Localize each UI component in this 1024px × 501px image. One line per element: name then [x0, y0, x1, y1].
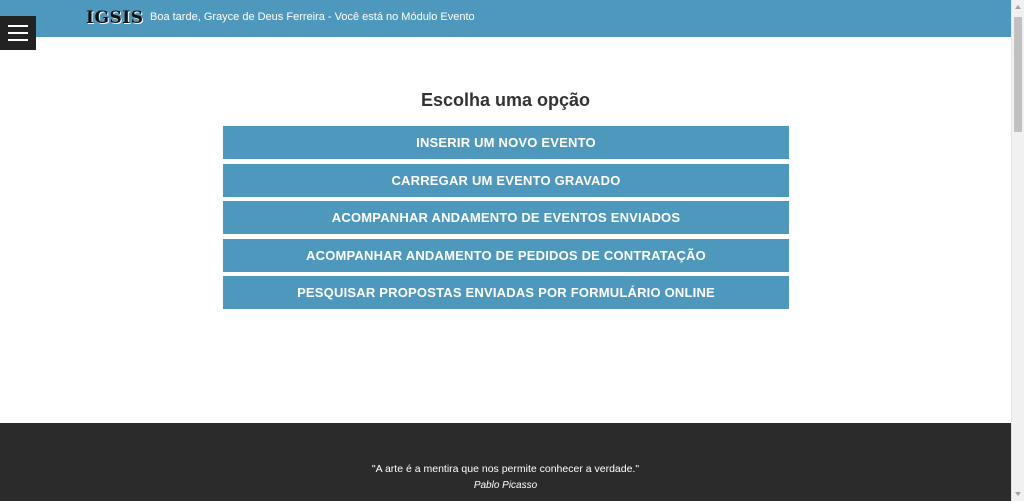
- brand-logo[interactable]: IGSIS: [86, 8, 143, 28]
- options-list: INSERIR UM NOVO EVENTO CARREGAR UM EVENT…: [223, 126, 789, 314]
- footer: "A arte é a mentira que nos permite conh…: [0, 423, 1011, 501]
- track-contract-requests-button[interactable]: ACOMPANHAR ANDAMENTO DE PEDIDOS DE CONTR…: [223, 238, 789, 272]
- scroll-up-arrow-icon[interactable]: [1015, 5, 1021, 9]
- greeting-text: Boa tarde, Grayce de Deus Ferreira - Voc…: [150, 11, 475, 23]
- top-header-bar: IGSIS Boa tarde, Grayce de Deus Ferreira…: [0, 0, 1011, 37]
- track-sent-events-button[interactable]: ACOMPANHAR ANDAMENTO DE EVENTOS ENVIADOS: [223, 201, 789, 234]
- vertical-scrollbar[interactable]: [1011, 0, 1024, 501]
- scrollbar-thumb[interactable]: [1014, 17, 1022, 132]
- search-online-proposals-button[interactable]: PESQUISAR PROPOSTAS ENVIADAS POR FORMULÁ…: [223, 276, 789, 309]
- page-title: Escolha uma opção: [420, 90, 591, 110]
- insert-new-event-button[interactable]: INSERIR UM NOVO EVENTO: [223, 126, 789, 159]
- footer-quote: "A arte é a mentira que nos permite conh…: [371, 463, 640, 475]
- menu-line: [8, 32, 28, 34]
- hamburger-menu-icon[interactable]: [0, 16, 36, 50]
- scroll-down-arrow-icon[interactable]: [1015, 492, 1021, 496]
- page: IGSIS Boa tarde, Grayce de Deus Ferreira…: [0, 0, 1024, 501]
- load-saved-event-button[interactable]: CARREGAR UM EVENTO GRAVADO: [223, 163, 789, 197]
- footer-quote-author: Pablo Picasso: [473, 480, 538, 491]
- menu-line: [8, 39, 28, 41]
- menu-line: [8, 25, 28, 27]
